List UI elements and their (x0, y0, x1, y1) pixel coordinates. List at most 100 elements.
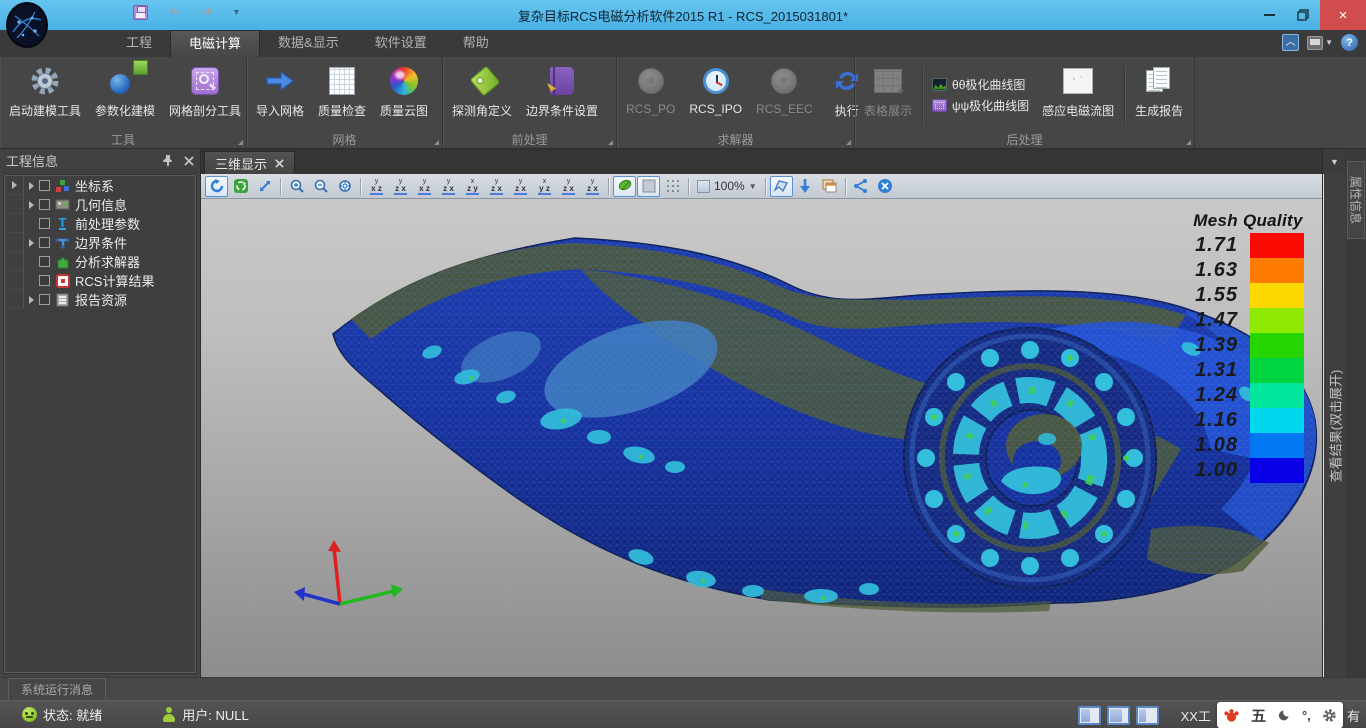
app-logo-icon[interactable] (5, 2, 49, 49)
ime-mode-button[interactable]: 五 (1251, 705, 1266, 726)
viewport-3d-canvas[interactable] (201, 199, 1322, 677)
view-iso3-button[interactable]: yz x (557, 176, 580, 197)
expand-icon[interactable] (29, 201, 34, 209)
tree-item-rcs-results[interactable]: RCS计算结果 (5, 271, 195, 290)
tab-bangzhu[interactable]: 帮助 (445, 30, 507, 57)
tree-item-coordinate-system[interactable]: 坐标系 (5, 176, 195, 195)
legend-row: 1.24 (1192, 383, 1304, 408)
view-right-button[interactable]: yz x (437, 176, 460, 197)
close-button[interactable]: × (1320, 0, 1366, 30)
panel-close-icon[interactable] (184, 156, 194, 166)
dialog-launcher-icon[interactable] (846, 140, 851, 145)
expand-icon[interactable] (29, 182, 34, 190)
tab-gongcheng[interactable]: 工程 (108, 30, 170, 57)
dialog-launcher-icon[interactable] (608, 140, 613, 145)
ime-punctuation-button[interactable]: °, (1302, 708, 1311, 723)
tree-item-geometry-info[interactable]: 几何信息 (5, 195, 195, 214)
drop-down-view-button[interactable] (794, 176, 817, 197)
layout-left-panel-button[interactable] (1078, 706, 1101, 725)
cascade-windows-button[interactable] (818, 176, 841, 197)
rcs-eec-button[interactable]: RCS_EEC (749, 59, 820, 130)
properties-panel-tab[interactable]: 属性信息 (1347, 161, 1365, 239)
expand-icon[interactable] (12, 181, 17, 189)
zoom-out-button[interactable] (309, 176, 332, 197)
rcs-po-button[interactable]: RCS_PO (619, 59, 682, 130)
tree-item-boundary-condition[interactable]: 边界条件 (5, 233, 195, 252)
view-left-button[interactable]: yx z (413, 176, 436, 197)
tree-item-analysis-solver[interactable]: 分析求解器 (5, 252, 195, 271)
system-messages-tab[interactable]: 系统运行消息 (8, 678, 106, 701)
tab-3d-display[interactable]: 三维显示 (204, 151, 295, 174)
tree-checkbox[interactable] (39, 237, 50, 248)
minimize-button[interactable] (1252, 0, 1286, 30)
launch-modeling-tool-button[interactable]: 启动建模工具 (2, 59, 88, 130)
table-display-button[interactable]: 表格展示 (857, 59, 919, 130)
tree-checkbox[interactable] (39, 275, 50, 286)
tree-item-report-resources[interactable]: 报告资源 (5, 290, 195, 309)
quality-check-button[interactable]: 质量检查 (311, 59, 373, 130)
zoom-out-icon (313, 178, 329, 194)
pin-icon[interactable] (162, 154, 174, 167)
tree-checkbox[interactable] (39, 218, 50, 229)
tree-checkbox[interactable] (39, 256, 50, 267)
view-top-button[interactable]: xz y (461, 176, 484, 197)
ime-settings-gear-icon[interactable] (1322, 708, 1337, 723)
share-flow-button[interactable] (850, 176, 873, 197)
tab-dianci-jisuan[interactable]: 电磁计算 (170, 30, 260, 57)
expand-icon[interactable] (29, 239, 34, 247)
quality-cloudmap-button[interactable]: 质量云图 (373, 59, 435, 130)
view-iso1-button[interactable]: yz x (509, 176, 532, 197)
shaded-render-button[interactable] (613, 176, 636, 197)
tablist-dropdown-icon[interactable]: ▼ (1323, 149, 1346, 174)
boundary-condition-settings-button[interactable]: 边界条件设置 (519, 59, 605, 130)
points-render-button[interactable] (661, 176, 684, 197)
dialog-launcher-icon[interactable] (238, 140, 243, 145)
rotate-view-button[interactable] (205, 176, 228, 197)
layout-right-panel-button[interactable] (1136, 706, 1159, 725)
zoom-fit-button[interactable] (333, 176, 356, 197)
dialog-launcher-icon[interactable] (1186, 140, 1191, 145)
zoom-in-button[interactable] (285, 176, 308, 197)
induced-current-map-button[interactable]: 感应电磁流图 (1035, 59, 1121, 130)
tree-checkbox[interactable] (39, 294, 50, 305)
view-results-bar[interactable]: 查看结果(双击展开) (1323, 174, 1346, 677)
spin-view-button[interactable] (229, 176, 252, 197)
tab-ruanjian-shezhi[interactable]: 软件设置 (357, 30, 445, 57)
parametric-modeling-button[interactable]: 参数化建模 (88, 59, 162, 130)
tree-checkbox[interactable] (39, 180, 50, 191)
clear-view-button[interactable] (874, 176, 897, 197)
rcs-ipo-button[interactable]: RCS_IPO (682, 59, 749, 130)
legend-row: 1.47 (1192, 308, 1304, 333)
tree-item-preprocess-params[interactable]: T 前处理参数 (5, 214, 195, 233)
zoom-percent-dropdown[interactable]: 100% ▼ (693, 179, 761, 193)
generate-report-button[interactable]: 生成报告 (1128, 59, 1190, 130)
tree-checkbox[interactable] (39, 199, 50, 210)
view-back-button[interactable]: yz x (389, 176, 412, 197)
ime-moon-icon[interactable] (1278, 709, 1291, 722)
theta-polarization-curve-button[interactable]: θθ极化曲线图 (932, 76, 1029, 93)
display-style-button[interactable]: ▼ (1307, 36, 1333, 50)
ime-logo-icon[interactable] (1223, 707, 1240, 723)
select-region-button[interactable] (770, 176, 793, 197)
view-bottom-button[interactable]: yz x (485, 176, 508, 197)
pan-view-button[interactable] (253, 176, 276, 197)
leaf-icon (617, 178, 633, 194)
mesh-partition-tool-button[interactable]: 网格剖分工具 (162, 59, 248, 130)
psi-polarization-curve-button[interactable]: ψψ极化曲线图 (932, 97, 1029, 114)
tab-close-icon[interactable] (275, 159, 284, 168)
wireframe-render-button[interactable] (637, 176, 660, 197)
viewport-3d[interactable]: Mesh Quality 1.71 1.63 1.55 1.47 1.39 1.… (201, 199, 1322, 677)
ime-toolbar[interactable]: 五 °, (1217, 702, 1343, 728)
expand-icon[interactable] (29, 296, 34, 304)
import-mesh-button[interactable]: 导入网格 (249, 59, 311, 130)
view-iso2-button[interactable]: xy z (533, 176, 556, 197)
layout-center-panel-button[interactable] (1107, 706, 1130, 725)
restore-button[interactable] (1286, 0, 1320, 30)
help-button[interactable]: ? (1341, 34, 1358, 51)
tab-shuju-xianshi[interactable]: 数据&显示 (260, 30, 357, 57)
dialog-launcher-icon[interactable] (434, 140, 439, 145)
collapse-ribbon-button[interactable]: ︿ (1282, 34, 1299, 51)
view-iso4-button[interactable]: yz x (581, 176, 604, 197)
view-front-button[interactable]: yx z (365, 176, 388, 197)
probe-angle-define-button[interactable]: 探测角定义 (445, 59, 519, 130)
